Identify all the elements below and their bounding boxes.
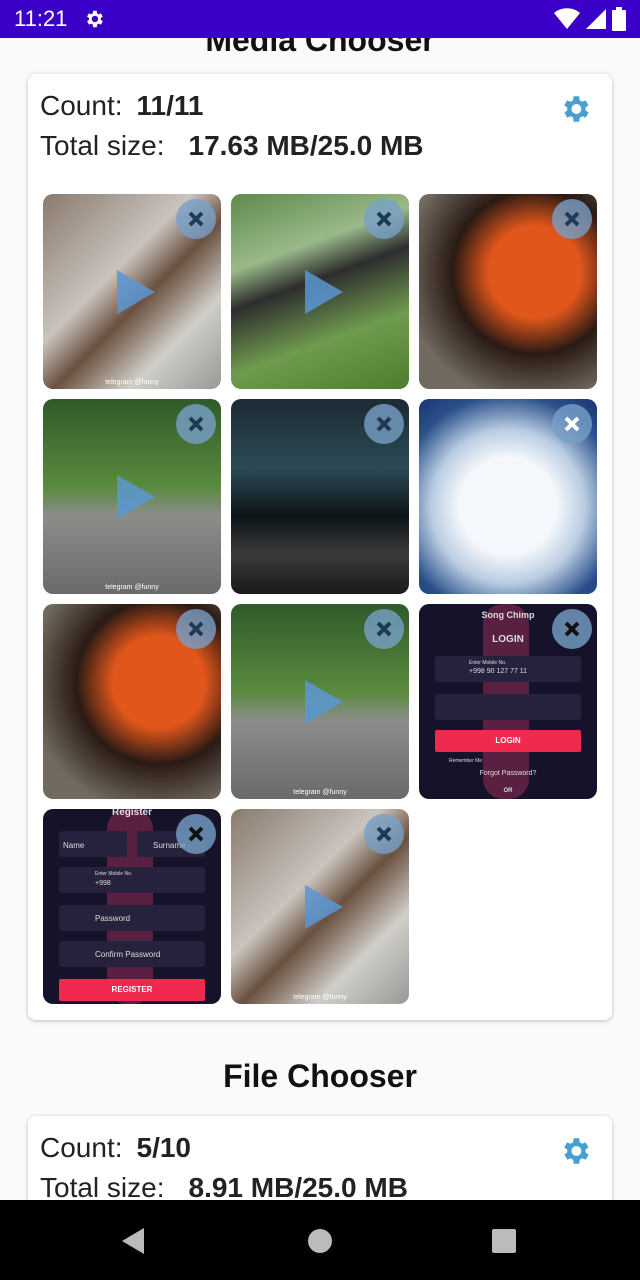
close-icon [188,211,204,227]
mock-confirm: Confirm Password [95,950,161,959]
media-count-line: Count: 11/11 [40,90,203,122]
media-thumb[interactable]: telegram @funny [231,809,409,1004]
close-icon [564,211,580,227]
file-chooser-card: Count: 5/10 Total size: 8.91 MB/25.0 MB [28,1116,612,1200]
media-thumb[interactable]: Song Chimp LOGIN Enter Mobile No. +998 9… [419,604,597,799]
play-icon [305,270,343,314]
thumb-caption: telegram @funny [293,789,347,796]
close-icon [376,211,392,227]
play-icon [305,680,343,724]
media-thumb[interactable]: telegram @funny [43,194,221,389]
remove-media-button[interactable] [176,199,216,239]
close-icon [564,621,580,637]
media-size-label: Total size: [40,130,165,161]
media-size-line: Total size: 17.63 MB/25.0 MB [40,130,424,162]
media-chooser-title: Media Chooser [205,38,435,58]
signal-icon [586,9,606,29]
mock-or: OR [503,788,513,794]
status-bar: 11:21 [0,0,640,38]
mock-phone-hint: Enter Mobile No. [469,660,507,666]
file-size-label: Total size: [40,1172,165,1200]
status-icons [554,7,626,31]
close-icon [188,826,204,842]
back-icon[interactable] [122,1228,144,1254]
home-icon[interactable] [308,1229,332,1253]
media-thumb[interactable] [43,604,221,799]
remove-media-button[interactable] [176,814,216,854]
media-chooser-card: Count: 11/11 Total size: 17.63 MB/25.0 MB … [28,74,612,1020]
thumb-caption: telegram @funny [105,379,159,386]
remove-media-button[interactable] [364,199,404,239]
media-thumb[interactable] [231,399,409,594]
media-thumb[interactable]: Register Name Surname Enter Mobile No. +… [43,809,221,1004]
media-count-value: 11/11 [136,90,204,121]
remove-media-button[interactable] [552,404,592,444]
remove-media-button[interactable] [552,199,592,239]
file-size-value: 8.91 MB/25.0 MB [188,1172,408,1200]
mock-forgot: Forgot Password? [479,770,537,777]
media-count-label: Count: [40,90,123,121]
mock-remember: Remember Me [449,758,483,764]
file-size-line: Total size: 8.91 MB/25.0 MB [40,1172,408,1200]
remove-media-button[interactable] [364,609,404,649]
file-count-value: 5/10 [136,1132,192,1163]
recents-icon[interactable] [492,1229,516,1253]
media-thumb[interactable]: telegram @funny [43,399,221,594]
media-thumb[interactable] [419,194,597,389]
play-icon [117,475,155,519]
remove-media-button[interactable] [176,609,216,649]
file-chooser-title: File Chooser [223,1058,417,1094]
thumb-caption: telegram @funny [105,584,159,591]
media-thumb[interactable] [231,194,409,389]
close-icon [376,621,392,637]
mock-name: Name [63,841,85,850]
battery-icon [612,7,626,31]
remove-media-button[interactable] [552,609,592,649]
close-icon [376,416,392,432]
remove-media-button[interactable] [176,404,216,444]
file-settings-gear-icon[interactable] [558,1134,592,1168]
close-icon [376,826,392,842]
close-icon [564,416,580,432]
status-time: 11:21 [14,6,68,31]
file-count-line: Count: 5/10 [40,1132,191,1164]
settings-status-icon [87,10,104,28]
mock-reg-phone-hint: Enter Mobile No. [95,871,133,877]
media-thumb[interactable]: telegram @funny [231,604,409,799]
mock-phone: +998 90 127 77 11 [469,668,528,675]
file-count-label: Count: [40,1132,123,1163]
media-size-value: 17.63 MB/25.0 MB [188,130,424,161]
play-icon [117,270,155,314]
close-icon [188,621,204,637]
mock-login-button: LOGIN [435,730,581,752]
mock-reg-phone: +998 [95,880,111,887]
close-icon [188,416,204,432]
media-thumb[interactable] [419,399,597,594]
media-settings-gear-icon[interactable] [558,92,592,126]
navigation-bar [0,1200,640,1280]
remove-media-button[interactable] [364,814,404,854]
remove-media-button[interactable] [364,404,404,444]
scroll-content[interactable]: Media Chooser Count: 11/11 Total size: 17.… [0,38,640,1200]
wifi-icon [554,8,580,29]
mock-register-button: REGISTER [59,979,205,1001]
play-icon [305,885,343,929]
mock-password: Password [95,914,131,923]
thumb-caption: telegram @funny [293,994,347,1001]
